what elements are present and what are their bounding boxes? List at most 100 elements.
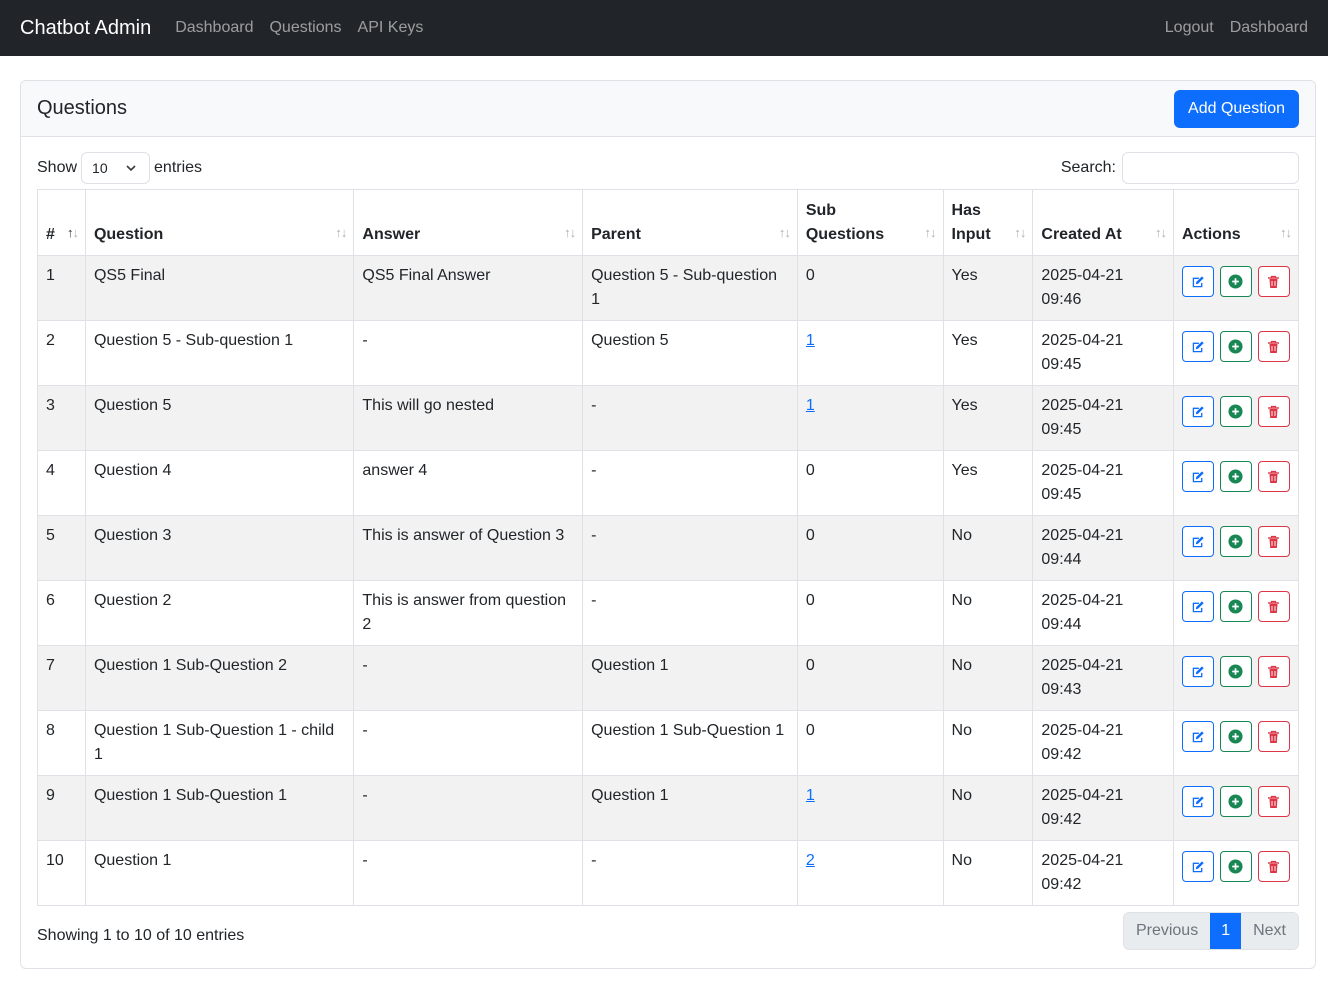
delete-button[interactable] (1257, 656, 1290, 687)
add-sub-question-button[interactable] (1219, 721, 1252, 752)
sort-arrows-icon: ↑↓ (564, 225, 576, 240)
column-header[interactable]: Answer ↑↓ (353, 189, 584, 256)
cell-has-input: No (942, 645, 1034, 711)
cell-answer: - (353, 320, 584, 386)
delete-button[interactable] (1257, 331, 1290, 362)
pencil-square-icon (1192, 600, 1204, 612)
row-actions (1181, 459, 1290, 492)
cell-created-at: 2025-04-21 09:44 (1032, 515, 1174, 581)
cell-parent: Question 5 (582, 320, 798, 386)
table-row: 7 Question 1 Sub-Question 2- Question 1 0 No… (37, 645, 1300, 711)
plus-circle-icon (1228, 469, 1243, 484)
add-sub-question-button[interactable] (1219, 656, 1252, 687)
add-question-button[interactable]: Add Question (1174, 89, 1299, 128)
cell-number: 10 (37, 840, 86, 906)
entries-select-value: 10 (92, 160, 108, 176)
row-actions (1181, 264, 1290, 297)
add-sub-question-button[interactable] (1219, 396, 1252, 427)
edit-button[interactable] (1181, 851, 1214, 882)
delete-button[interactable] (1257, 396, 1290, 427)
nav-link-dashboard-right[interactable]: Dashboard (1230, 19, 1308, 37)
column-header[interactable]: Sub Questions ↑↓ (796, 189, 944, 256)
cell-has-input: No (942, 775, 1034, 841)
pencil-square-icon (1192, 860, 1204, 872)
add-sub-question-button[interactable] (1219, 786, 1252, 817)
delete-button[interactable] (1257, 721, 1290, 752)
table-row: 4 Question 4 answer 4-0 Yes 2025-04-21 09:45 (37, 450, 1300, 516)
cell-answer: - (353, 840, 584, 906)
row-actions (1181, 784, 1290, 817)
edit-button[interactable] (1181, 656, 1214, 687)
pagination-next[interactable]: Next (1241, 913, 1298, 949)
edit-button[interactable] (1181, 591, 1214, 622)
cell-created-at: 2025-04-21 09:45 (1032, 450, 1174, 516)
add-sub-question-button[interactable] (1219, 526, 1252, 557)
pencil-square-icon (1192, 405, 1204, 417)
edit-button[interactable] (1181, 526, 1214, 557)
table-row: 6 Question 2 This is answer from question … (37, 580, 1300, 646)
entries-select[interactable]: 10 (81, 152, 151, 184)
cell-parent: Question 1 (582, 775, 798, 841)
trash-icon (1268, 795, 1280, 808)
add-sub-question-button[interactable] (1219, 461, 1252, 492)
search-input[interactable] (1122, 152, 1299, 184)
column-header[interactable]: Has Input ↑↓ (942, 189, 1034, 256)
cell-sub-questions: 1 (796, 320, 944, 386)
sub-questions-link[interactable]: 1 (806, 787, 815, 804)
edit-button[interactable] (1181, 786, 1214, 817)
table-row: 1 QS5 Final QS5 Final Answer Question 5 - S… (37, 255, 1300, 321)
plus-circle-icon (1228, 859, 1243, 874)
navbar: Chatbot Admin Dashboard Questions API Ke… (0, 0, 1328, 56)
delete-button[interactable] (1257, 786, 1290, 817)
column-header[interactable]: Question ↑↓ (84, 189, 355, 256)
plus-circle-icon (1228, 404, 1243, 419)
column-header[interactable]: Actions ↑↓ (1172, 189, 1300, 256)
edit-button[interactable] (1181, 331, 1214, 362)
cell-answer: QS5 Final Answer (353, 255, 584, 321)
column-header-label: Parent (591, 226, 641, 243)
nav-link-questions[interactable]: Questions (269, 19, 341, 37)
sort-arrows-icon: ↑↓ (778, 225, 791, 240)
sub-questions-link[interactable]: 2 (806, 852, 815, 869)
column-header[interactable]: Parent ↑↓ (582, 189, 798, 256)
sub-questions-link[interactable]: 1 (806, 332, 815, 349)
row-actions (1181, 524, 1290, 557)
edit-button[interactable] (1181, 721, 1214, 752)
cell-actions (1172, 580, 1300, 646)
edit-button[interactable] (1181, 461, 1214, 492)
search-box: Search: (1061, 152, 1299, 184)
add-sub-question-button[interactable] (1219, 851, 1252, 882)
delete-button[interactable] (1257, 526, 1290, 557)
navbar-brand[interactable]: Chatbot Admin (20, 17, 151, 40)
add-sub-question-button[interactable] (1219, 266, 1252, 297)
delete-button[interactable] (1257, 461, 1290, 492)
cell-number: 9 (37, 775, 86, 841)
delete-button[interactable] (1257, 851, 1290, 882)
edit-button[interactable] (1181, 266, 1214, 297)
delete-button[interactable] (1257, 266, 1290, 297)
delete-button[interactable] (1257, 591, 1290, 622)
column-header[interactable]: # ↑↓ (37, 189, 86, 256)
sort-arrows-icon: ↑↓ (335, 225, 347, 240)
sub-questions-link[interactable]: 1 (806, 397, 815, 414)
add-sub-question-button[interactable] (1219, 331, 1252, 362)
length-suffix: entries (154, 159, 203, 176)
nav-left: Dashboard Questions API Keys (175, 19, 423, 37)
nav-link-api-keys[interactable]: API Keys (358, 19, 424, 37)
nav-link-logout[interactable]: Logout (1165, 19, 1214, 37)
pencil-square-icon (1192, 340, 1204, 352)
pagination-previous[interactable]: Previous (1123, 913, 1211, 949)
column-header-label: Actions (1181, 226, 1241, 243)
nav-right: Logout Dashboard (1165, 0, 1308, 56)
edit-button[interactable] (1181, 396, 1214, 427)
table-row: 3 Question 5 This will go nested -1 Yes 2025-… (37, 385, 1300, 451)
nav-link-dashboard[interactable]: Dashboard (175, 19, 253, 37)
pagination-page-1[interactable]: 1 (1210, 913, 1242, 949)
cell-actions (1172, 515, 1300, 581)
cell-number: 5 (37, 515, 86, 581)
add-sub-question-button[interactable] (1219, 591, 1252, 622)
trash-icon (1268, 860, 1280, 873)
cell-actions (1172, 320, 1300, 386)
plus-circle-icon (1228, 729, 1243, 744)
column-header[interactable]: Created At ↑↓ (1032, 189, 1174, 256)
